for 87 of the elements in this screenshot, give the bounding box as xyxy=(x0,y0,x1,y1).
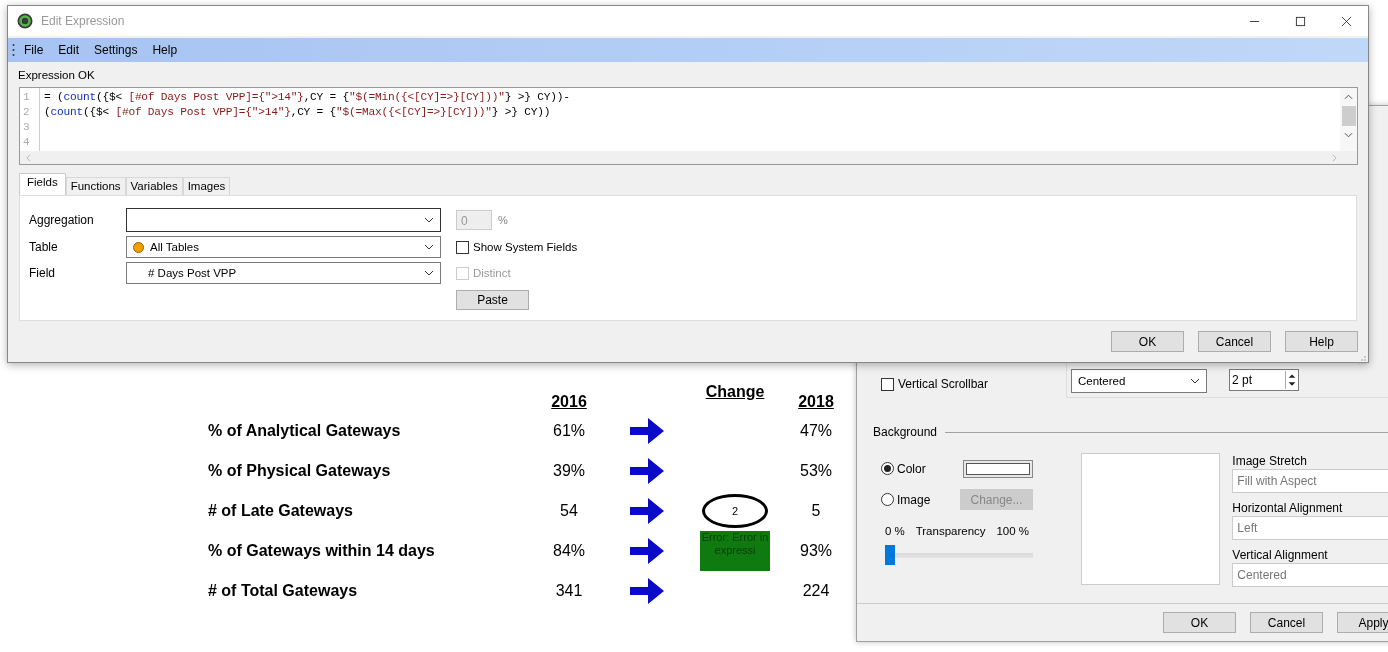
chevron-down-icon xyxy=(424,270,434,276)
field-dropdown[interactable]: # Days Post VPP xyxy=(126,262,441,284)
maximize-icon[interactable] xyxy=(1295,15,1306,27)
value-cell-text: 53% xyxy=(799,462,833,480)
setting-label: Horizontal Alignment xyxy=(1232,500,1344,516)
line-number: 1 xyxy=(22,90,31,105)
chevron-down-icon xyxy=(1190,378,1200,384)
value-cell-text: 341 xyxy=(554,582,584,600)
code-line: (count({$< [#of Days Post VPP]={">14"},CY = {"$(=Max({<[CY]=>}[CY]))"} >} CY)) xyxy=(44,106,551,118)
arrow-icon xyxy=(630,498,664,524)
scroll-up-icon[interactable] xyxy=(1344,94,1353,100)
setting-label: Vertical Alignment xyxy=(1232,547,1329,563)
slider-min-label: 0 % xyxy=(885,525,905,537)
error-cell: Error: Error in expressi xyxy=(700,531,770,571)
value-cell-text: 93% xyxy=(799,542,833,560)
arrow-icon xyxy=(630,458,664,484)
value-cell-text: 224 xyxy=(801,582,831,600)
tab[interactable]: Variables xyxy=(125,177,183,195)
resize-grip-icon xyxy=(1358,356,1366,364)
field-label: Aggregation xyxy=(29,213,95,227)
column-header: 2018 xyxy=(797,393,835,411)
scrollbar-thumb[interactable] xyxy=(1341,106,1356,126)
row-label: # of Total Gateways xyxy=(208,582,359,600)
radio-option[interactable]: Image xyxy=(881,492,931,507)
grip-icon xyxy=(12,43,15,57)
arrow-icon xyxy=(630,538,664,564)
radio-option[interactable]: Color xyxy=(881,461,926,476)
value-cell-text: 47% xyxy=(799,422,833,440)
setting-field[interactable]: Left xyxy=(1232,516,1388,540)
line-number: 2 xyxy=(22,105,31,120)
chevron-down-icon xyxy=(424,217,434,223)
row-label: % of Analytical Gateways xyxy=(208,422,402,440)
code-line: = (count({$< [#of Days Post VPP]={">14"},CY = {"$(=Min({<[CY]=>}[CY]))"} >} CY))- xyxy=(44,91,570,103)
dialog-button[interactable]: Help xyxy=(1285,331,1358,352)
row-label: % of Physical Gateways xyxy=(208,462,392,480)
field-label: Field xyxy=(29,266,56,280)
dialog-button[interactable]: OK xyxy=(1111,331,1184,352)
dialog-button[interactable]: Cancel xyxy=(1198,331,1271,352)
menu-item[interactable]: Edit xyxy=(58,43,80,57)
spinner-arrows-icon[interactable] xyxy=(1285,371,1298,389)
arrow-icon xyxy=(630,578,664,604)
column-header: Change xyxy=(704,383,766,401)
menu-item[interactable]: Help xyxy=(152,43,178,57)
arrow-icon xyxy=(630,418,664,444)
dialog-button[interactable]: Cancel xyxy=(1250,612,1323,633)
alignment-dropdown[interactable]: Centered xyxy=(1071,369,1207,393)
table-dropdown[interactable]: All Tables xyxy=(126,236,441,258)
line-number: 4 xyxy=(22,135,31,150)
status-text: Expression OK xyxy=(17,68,96,83)
color-swatch[interactable] xyxy=(963,459,1033,478)
chevron-down-icon xyxy=(424,244,434,250)
setting-label: Image Stretch xyxy=(1232,453,1308,469)
tab[interactable]: Functions xyxy=(65,177,126,195)
aggregation-dropdown[interactable] xyxy=(126,208,441,232)
value-cell-text: 39% xyxy=(552,462,586,480)
percent-sign: % xyxy=(498,214,508,226)
change-cell: 2 xyxy=(702,494,768,528)
field-label: Table xyxy=(29,240,59,254)
setting-field[interactable]: Centered xyxy=(1232,563,1388,587)
row-label: # of Late Gateways xyxy=(208,502,354,520)
menu-item[interactable]: File xyxy=(24,43,44,57)
checkbox[interactable]: Show System Fields xyxy=(456,240,756,254)
slider-label: Transparency xyxy=(915,525,986,537)
window-title: Edit Expression xyxy=(41,14,125,28)
section-title: Background xyxy=(873,425,938,439)
line-number: 3 xyxy=(22,120,31,135)
value-cell-text: 5 xyxy=(810,502,822,520)
column-header: 2016 xyxy=(550,393,588,411)
app-icon xyxy=(17,13,33,29)
size-spinner[interactable]: 2 pt xyxy=(1229,369,1299,391)
row-label: % of Gateways within 14 days xyxy=(208,542,436,560)
slider-max-label: 100 % xyxy=(996,525,1029,537)
value-cell-text: 54 xyxy=(559,502,579,520)
value-cell-text: 84% xyxy=(552,542,586,560)
value-cell-text: 61% xyxy=(552,422,586,440)
tab[interactable]: Images xyxy=(182,177,231,195)
paste-button[interactable]: Paste xyxy=(456,290,529,310)
checkbox[interactable]: Vertical Scrollbar xyxy=(881,377,1066,391)
code-editor[interactable]: 1 2 3 4 = (count({$< [#of Days Post VPP]={">14"},CY = {"$(=Min({<[CY]=>}[CY]))"} >} CY))- (count({$< [#of Days Post VPP]={">14"},CY = {"$(=Max({<[CY]=>}[CY]))"} >} CY)) xyxy=(19,87,1358,165)
setting-field[interactable]: Fill with Aspect xyxy=(1232,469,1388,493)
close-icon[interactable] xyxy=(1341,15,1352,27)
tab[interactable]: Fields xyxy=(19,173,66,195)
table-icon xyxy=(133,241,144,253)
dialog-button[interactable]: OK xyxy=(1163,612,1236,633)
dialog-button[interactable]: Apply xyxy=(1337,612,1388,633)
menu-item[interactable]: Settings xyxy=(94,43,138,57)
scroll-down-icon[interactable] xyxy=(1344,132,1353,138)
